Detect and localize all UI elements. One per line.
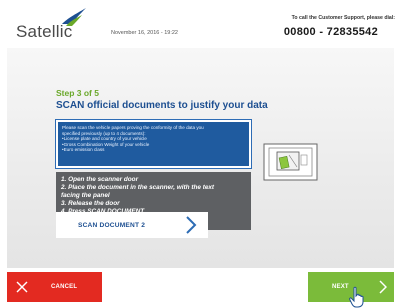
scan-document-button[interactable]: SCAN DOCUMENT 2 — [56, 212, 208, 238]
hand-pointer-icon — [349, 286, 364, 308]
datetime: November 16, 2016 - 19:22 — [111, 30, 178, 36]
instruction-line: 2. Place the document in the scanner, wi… — [61, 184, 215, 191]
scan-document-label: SCAN DOCUMENT 2 — [78, 221, 146, 229]
chevron-right-icon — [379, 280, 387, 294]
instruction-line: facing the panel — [61, 192, 110, 199]
info-box: Please scan the vehicle papers proving t… — [55, 119, 252, 169]
header: Satellic November 16, 2016 - 19:22 To ca… — [0, 0, 401, 48]
support-text: To call the Customer Support, please dia… — [291, 15, 395, 21]
step-indicator: Step 3 of 5 — [56, 88, 99, 98]
satellic-bird-logo-icon — [62, 8, 86, 26]
chevron-right-icon — [186, 216, 197, 234]
next-label: NEXT — [332, 284, 349, 290]
instruction-line: 1. Open the scanner door — [61, 176, 139, 183]
instruction-line: 3. Release the door — [61, 200, 120, 207]
cancel-label: CANCEL — [51, 284, 78, 290]
close-icon — [16, 281, 28, 293]
page-title: SCAN official documents to justify your … — [56, 100, 268, 111]
cancel-button[interactable]: CANCEL — [7, 272, 102, 302]
info-line: •Euro emission class — [62, 147, 105, 153]
scanner-illustration-icon — [263, 143, 318, 181]
satellic-logo: Satellic — [16, 8, 86, 40]
support-phone-number: 00800 - 72835542 — [283, 26, 378, 38]
